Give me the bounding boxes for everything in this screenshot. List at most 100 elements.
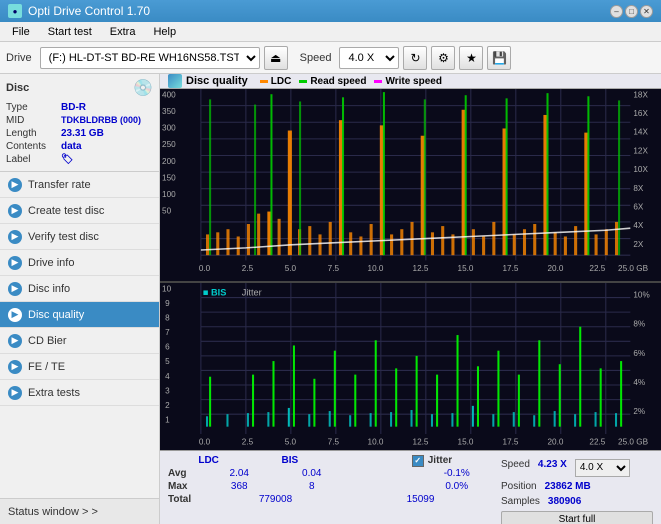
read-dot <box>299 80 307 83</box>
transfer-rate-icon: ▶ <box>8 178 22 192</box>
disc-label-icon[interactable]: 🏷 <box>61 154 74 165</box>
bis-total: 15099 <box>348 494 493 505</box>
create-test-disc-icon: ▶ <box>8 204 22 218</box>
position-value: 23862 MB <box>545 481 591 492</box>
bis-max: 8 <box>276 481 349 492</box>
maximize-button[interactable]: □ <box>625 5 638 18</box>
nav-transfer-rate[interactable]: ▶ Transfer rate <box>0 172 159 198</box>
stats-header: LDC BIS ✓ Jitter <box>164 455 497 467</box>
status-window-label: Status window > > <box>8 506 98 518</box>
nav-drive-info[interactable]: ▶ Drive info <box>0 250 159 276</box>
position-label: Position <box>501 481 537 492</box>
speed-label: Speed <box>300 52 332 64</box>
nav-fe-te[interactable]: ▶ FE / TE <box>0 354 159 380</box>
svg-text:6%: 6% <box>633 349 645 358</box>
ldc-label: LDC <box>271 76 292 87</box>
app-title: Opti Drive Control 1.70 <box>28 4 150 18</box>
nav-extra-tests[interactable]: ▶ Extra tests <box>0 380 159 406</box>
drive-label: Drive <box>6 52 32 64</box>
disc-section: Disc 💿 Type BD-R MID TDKBLDRBB (000) Len… <box>0 74 159 172</box>
nav-cd-bier[interactable]: ▶ CD Bier <box>0 328 159 354</box>
minimize-button[interactable]: – <box>610 5 623 18</box>
menu-bar: File Start test Extra Help <box>0 22 661 42</box>
verify-test-disc-icon: ▶ <box>8 230 22 244</box>
disc-type-value: BD-R <box>61 102 86 113</box>
svg-text:4: 4 <box>165 372 170 381</box>
svg-text:Jitter: Jitter <box>242 288 262 298</box>
svg-text:350: 350 <box>162 107 176 116</box>
svg-text:10X: 10X <box>633 165 648 174</box>
close-button[interactable]: ✕ <box>640 5 653 18</box>
menu-extra[interactable]: Extra <box>102 24 144 40</box>
disc-label-label: Label <box>6 154 61 165</box>
write-dot <box>374 80 382 83</box>
btn-row: Start full Start part <box>501 511 653 524</box>
svg-text:250: 250 <box>162 140 176 149</box>
nav-disc-info-label: Disc info <box>28 283 70 295</box>
svg-text:7: 7 <box>165 328 170 337</box>
right-panel: Disc quality LDC Read speed Write speed <box>160 74 661 524</box>
svg-text:17.5: 17.5 <box>503 264 519 273</box>
avg-row: Avg 2.04 0.04 -0.1% <box>164 467 497 480</box>
empty-avg <box>348 468 421 479</box>
nav-verify-test-disc[interactable]: ▶ Verify test disc <box>0 224 159 250</box>
max-row: Max 368 8 0.0% <box>164 480 497 493</box>
save-button[interactable]: 💾 <box>487 46 511 70</box>
jitter-max: 0.0% <box>421 481 494 492</box>
disc-quality-icon: ▶ <box>8 308 22 322</box>
drive-select[interactable]: (F:) HL-DT-ST BD-RE WH16NS58.TST4 <box>40 47 260 69</box>
svg-text:2.5: 2.5 <box>242 437 254 446</box>
menu-help[interactable]: Help <box>145 24 184 40</box>
svg-text:0.0: 0.0 <box>199 264 211 273</box>
bis-header: BIS <box>249 455 330 467</box>
disc-length-value: 23.31 GB <box>61 128 104 139</box>
svg-text:3: 3 <box>165 386 170 395</box>
top-chart: 400 350 300 250 200 150 100 50 18X 16X 1… <box>160 89 661 283</box>
svg-text:7.5: 7.5 <box>328 264 340 273</box>
chart-header-icon <box>168 74 182 88</box>
total-row: Total 779008 15099 <box>164 493 497 506</box>
jitter-avg: -0.1% <box>421 468 494 479</box>
samples-info: Samples 380906 <box>501 496 653 507</box>
chart-legend: LDC Read speed Write speed <box>260 76 442 87</box>
read-label: Read speed <box>310 76 366 87</box>
nav-drive-info-label: Drive info <box>28 257 74 269</box>
refresh-button[interactable]: ↻ <box>403 46 427 70</box>
bookmark-button[interactable]: ★ <box>459 46 483 70</box>
fe-te-icon: ▶ <box>8 360 22 374</box>
svg-text:10: 10 <box>162 284 172 293</box>
main-area: Disc 💿 Type BD-R MID TDKBLDRBB (000) Len… <box>0 74 661 524</box>
svg-text:2%: 2% <box>633 407 645 416</box>
start-full-button[interactable]: Start full <box>501 511 653 524</box>
stats-table: LDC BIS ✓ Jitter Avg 2.04 0.04 -0.1% <box>164 455 497 524</box>
svg-text:15.0: 15.0 <box>458 437 474 446</box>
svg-text:150: 150 <box>162 173 176 182</box>
svg-text:15.0: 15.0 <box>458 264 474 273</box>
speed-info: Speed 4.23 X 4.0 X <box>501 459 653 477</box>
svg-text:8X: 8X <box>633 184 643 193</box>
eject-button[interactable]: ⏏ <box>264 46 288 70</box>
svg-text:12.5: 12.5 <box>413 264 429 273</box>
total-label: Total <box>168 494 203 505</box>
nav-create-test-disc[interactable]: ▶ Create test disc <box>0 198 159 224</box>
svg-text:16X: 16X <box>633 109 648 118</box>
speed-info-select[interactable]: 4.0 X <box>575 459 630 477</box>
nav-disc-quality[interactable]: ▶ Disc quality <box>0 302 159 328</box>
write-label: Write speed <box>385 76 442 87</box>
stats-bar: LDC BIS ✓ Jitter Avg 2.04 0.04 -0.1% <box>160 450 661 524</box>
avg-label: Avg <box>168 468 203 479</box>
svg-text:7.5: 7.5 <box>328 437 340 446</box>
cd-bier-icon: ▶ <box>8 334 22 348</box>
speed-select[interactable]: 4.0 X <box>339 47 399 69</box>
svg-text:25.0 GB: 25.0 GB <box>618 437 648 446</box>
settings-button[interactable]: ⚙ <box>431 46 455 70</box>
speed-info-value: 4.23 X <box>538 459 567 477</box>
disc-contents-value: data <box>61 141 82 152</box>
menu-start-test[interactable]: Start test <box>40 24 100 40</box>
ldc-avg: 2.04 <box>203 468 276 479</box>
jitter-checkbox[interactable]: ✓ <box>412 455 424 467</box>
svg-text:2.5: 2.5 <box>242 264 254 273</box>
nav-disc-info[interactable]: ▶ Disc info <box>0 276 159 302</box>
status-window-button[interactable]: Status window > > <box>0 498 159 524</box>
menu-file[interactable]: File <box>4 24 38 40</box>
